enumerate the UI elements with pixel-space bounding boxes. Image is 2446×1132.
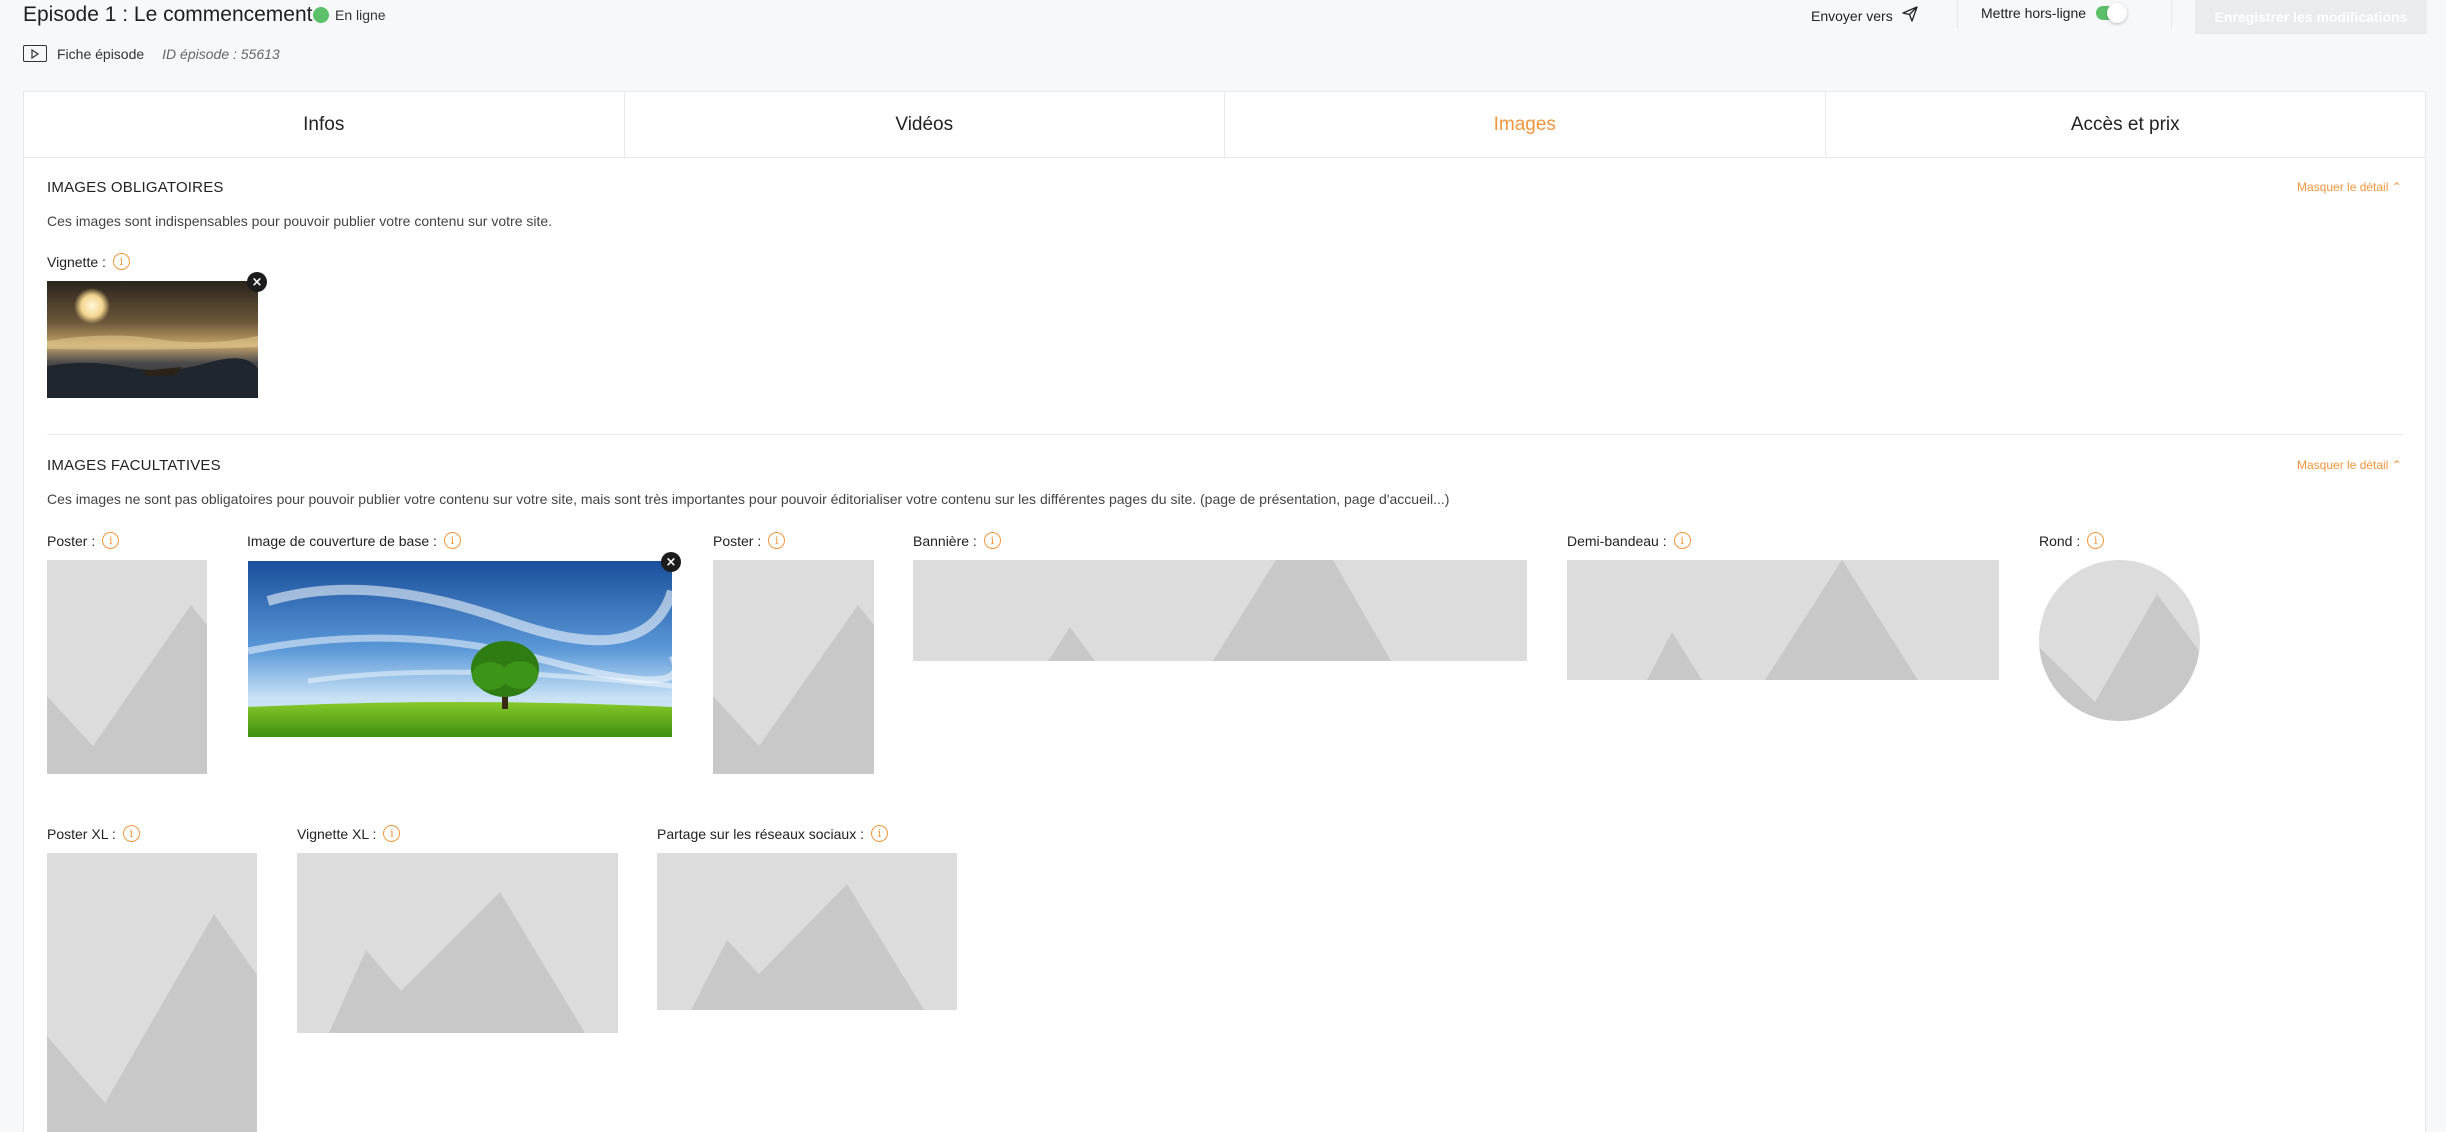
image-placeholder-icon (47, 914, 257, 1132)
field-label-text: Poster : (47, 532, 96, 549)
field-label-text: Demi-bandeau : (1567, 532, 1667, 549)
save-button[interactable]: Enregistrer les modifications (2195, 0, 2427, 34)
info-icon[interactable]: i (871, 825, 888, 842)
info-icon[interactable]: i (1673, 532, 1691, 549)
vignette-image[interactable]: × (47, 272, 267, 398)
offline-label: Mettre hors-ligne (1981, 5, 2087, 21)
top-bar: Episode 1 : Le commencement En ligne Fic… (0, 0, 2446, 90)
tab-bar: Infos Vidéos Images Accès et prix (24, 92, 2425, 158)
info-icon[interactable]: i (383, 825, 401, 842)
field-label-text: Image de couverture de base : (247, 532, 437, 549)
field-label-text: Poster : (713, 532, 762, 549)
breadcrumb: Fiche épisode ID épisode : 55613 (23, 45, 280, 62)
info-icon[interactable]: i (443, 532, 461, 549)
offline-toggle[interactable] (2096, 3, 2128, 23)
social-share-label: Partage sur les réseaux sociaux : i (657, 825, 888, 842)
optional-section-title: IMAGES FACULTATIVES (47, 457, 221, 474)
field-label-text: Vignette XL : (297, 825, 377, 842)
section-divider (47, 434, 2404, 435)
status-dot-icon (313, 7, 329, 23)
sunset-boat-image (47, 281, 258, 398)
image-placeholder-icon (47, 605, 207, 774)
send-to-button[interactable]: Envoyer vers (1811, 5, 1919, 26)
cover-image-label: Image de couverture de base : i (247, 532, 461, 549)
image-placeholder-icon (713, 605, 874, 774)
poster-2-label: Poster : i (713, 532, 786, 549)
field-label-text: Rond : (2039, 532, 2081, 549)
tab-access-price[interactable]: Accès et prix (1826, 92, 2426, 157)
breadcrumb-label[interactable]: Fiche épisode (57, 46, 144, 62)
field-label-text: Poster XL : (47, 825, 116, 842)
info-icon[interactable]: i (122, 825, 140, 842)
cover-image[interactable]: × (248, 552, 681, 737)
info-icon[interactable]: i (768, 532, 786, 549)
tab-images[interactable]: Images (1225, 92, 1826, 157)
half-banner-placeholder[interactable] (1567, 560, 1999, 680)
tab-videos[interactable]: Vidéos (625, 92, 1225, 157)
image-placeholder-icon (691, 884, 924, 1010)
offline-toggle-group: Mettre hors-ligne (1981, 3, 2128, 23)
paper-plane-icon (1901, 5, 1919, 26)
info-icon[interactable]: i (112, 253, 130, 270)
close-icon[interactable]: × (661, 552, 681, 572)
status-indicator: En ligne (313, 7, 386, 23)
info-icon[interactable]: i (2087, 532, 2105, 549)
image-placeholder-icon (1048, 560, 1391, 661)
info-icon[interactable]: i (983, 532, 1001, 549)
optional-toggle-detail[interactable]: Masquer le détail ⌃ (2297, 458, 2402, 472)
tree-field-image (248, 561, 672, 737)
image-placeholder-icon (329, 892, 585, 1033)
poster-2-placeholder[interactable] (713, 560, 874, 774)
poster-label: Poster : i (47, 532, 120, 549)
half-banner-label: Demi-bandeau : i (1567, 532, 1691, 549)
image-placeholder-icon (1647, 560, 1918, 680)
field-label-text: Bannière : (913, 532, 977, 549)
field-label-text: Partage sur les réseaux sociaux : (657, 825, 864, 842)
mandatory-toggle-detail[interactable]: Masquer le détail ⌃ (2297, 180, 2402, 194)
mandatory-section-title: IMAGES OBLIGATOIRES (47, 179, 224, 196)
episode-id: ID épisode : 55613 (162, 45, 280, 62)
round-label: Rond : i (2039, 532, 2105, 549)
status-label: En ligne (335, 7, 386, 23)
banner-placeholder[interactable] (913, 560, 1527, 661)
mandatory-section-description: Ces images sont indispensables pour pouv… (47, 213, 553, 229)
poster-xl-placeholder[interactable] (47, 853, 257, 1132)
separator (1957, 0, 1958, 28)
round-placeholder[interactable] (2039, 560, 2200, 721)
poster-placeholder[interactable] (47, 560, 207, 774)
send-to-label: Envoyer vers (1811, 7, 1893, 24)
poster-xl-label: Poster XL : i (47, 825, 140, 842)
video-icon (23, 45, 47, 62)
separator (2171, 0, 2172, 28)
page-title: Episode 1 : Le commencement (23, 3, 313, 26)
info-icon[interactable]: i (102, 532, 120, 549)
optional-section-description: Ces images ne sont pas obligatoires pour… (47, 491, 1450, 507)
vignette-label: Vignette : i (47, 253, 130, 270)
social-share-placeholder[interactable] (657, 853, 957, 1010)
close-icon[interactable]: × (247, 272, 267, 292)
field-label-text: Vignette : (47, 253, 106, 270)
vignette-xl-placeholder[interactable] (297, 853, 618, 1033)
vignette-xl-label: Vignette XL : i (297, 825, 401, 842)
episode-card: Infos Vidéos Images Accès et prix IMAGES… (23, 91, 2426, 1132)
banner-label: Bannière : i (913, 532, 1001, 549)
tab-infos[interactable]: Infos (24, 92, 625, 157)
image-placeholder-icon (2039, 594, 2200, 721)
